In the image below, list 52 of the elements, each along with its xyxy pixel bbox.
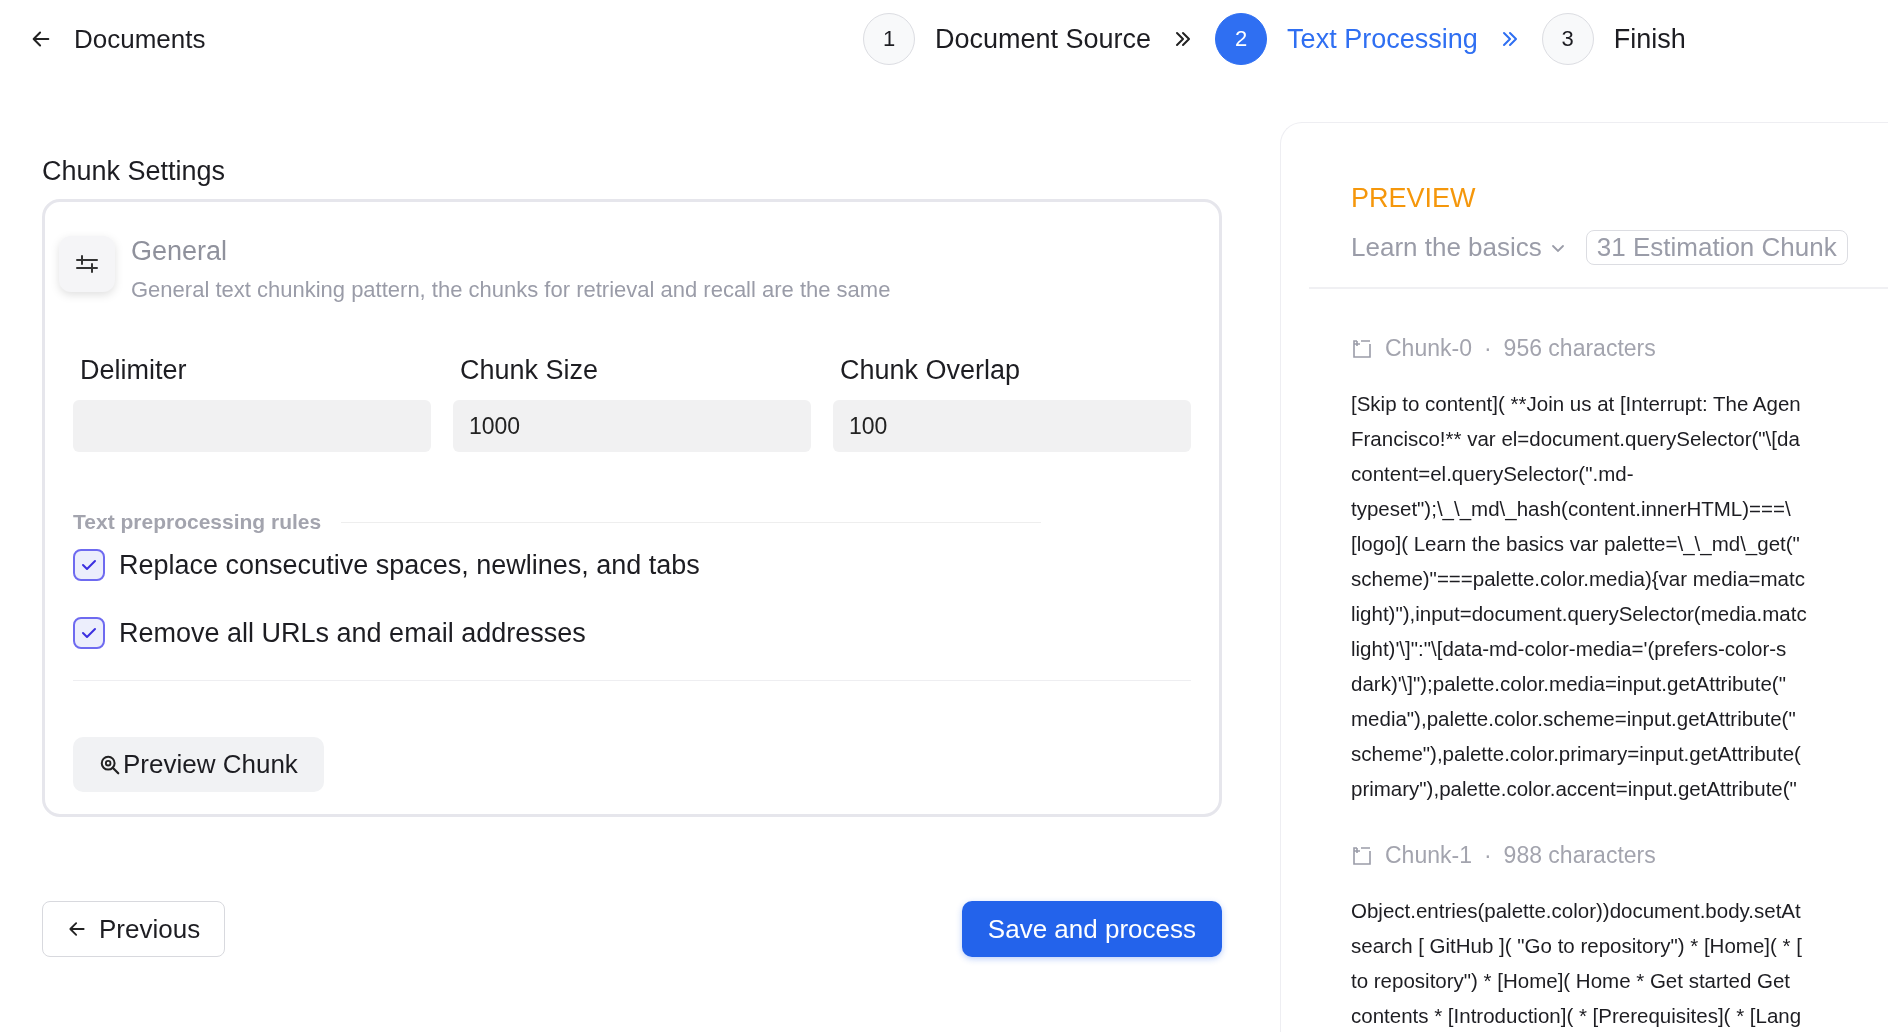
step-label[interactable]: Document Source (935, 23, 1152, 55)
chunk-text-line: Object.entries(palette.color))document.body.setAt (1351, 898, 1802, 924)
field-label: Chunk Overlap (839, 355, 1022, 386)
sliders-icon (59, 236, 115, 292)
preview-chunk-button[interactable]: Preview Chunk (73, 737, 324, 792)
chunk-text-line: light)'\]":"\[data-md-color-media='(prefers-color-s (1351, 636, 1788, 662)
checkbox[interactable] (73, 617, 105, 649)
zoom-search-icon (99, 753, 121, 776)
field-label: Chunk Size (459, 355, 600, 386)
character-count: 956 characters (1503, 335, 1656, 362)
rules-heading: Text preprocessing rules (73, 510, 322, 534)
step-number: 1 (863, 13, 915, 65)
chunk-text-line: search [ GitHub ]( "Go to repository") * [Home]( * [ (1351, 933, 1803, 959)
chunk-text-line: contents * [Introduction]( * [Prerequisites]( * [Lang (1351, 1003, 1803, 1029)
chunk-text-line: [Skip to content]( **Join us at [Interrupt: The Agen (1351, 391, 1802, 417)
chunk-text-line: media"),palette.color.scheme=input.getAttribute(" (1351, 706, 1797, 732)
input-field[interactable]: 1000 (453, 400, 811, 452)
chunk-icon (1351, 337, 1373, 360)
separator-dot: · (1483, 335, 1492, 362)
chunk-text-line: typeset");\_\_md\_hash(content.innerHTML)===\ (1351, 496, 1792, 523)
chunk-icon (1351, 844, 1373, 867)
chunk-name: Chunk-1 (1385, 842, 1472, 869)
chunk-text-line: content=el.querySelector(".md- (1351, 461, 1635, 487)
character-count: 988 characters (1503, 842, 1656, 869)
estimate-tag: 31 Estimation Chunk (1585, 230, 1848, 265)
checkbox-label: Remove all URLs and email addresses (119, 617, 586, 649)
chunk-text-line: light)"),input=document.querySelector(media.matc (1351, 601, 1808, 627)
chunk-name: Chunk-0 (1385, 335, 1472, 362)
chunk-text-line: [logo]( Learn the basics var palette=\_\_md\_get(" (1351, 531, 1801, 558)
back-link[interactable]: Documents (74, 23, 206, 55)
checkbox-label: Replace consecutive spaces, newlines, and tabs (119, 549, 700, 581)
save-button[interactable]: Save and process (961, 901, 1222, 957)
chunk-text-line: dark)'\]");palette.color.media=input.getAttribute(" (1351, 671, 1787, 697)
checkbox[interactable] (73, 549, 105, 581)
step-label[interactable]: Text Processing (1287, 23, 1478, 55)
step-number: 3 (1541, 13, 1594, 65)
chunk-text-line: Francisco!** var el=document.querySelector("\[da (1351, 426, 1801, 452)
input-field[interactable]: 100 (833, 400, 1191, 452)
previous-button[interactable]: Previous (42, 901, 226, 957)
step-label[interactable]: Finish (1613, 23, 1686, 55)
chunk-text-line: to repository") * [Home]( Home * Get started Get (1351, 968, 1792, 994)
preview-title: PREVIEW (1351, 183, 1477, 214)
chunk-text-line: scheme)"===palette.color.media){var media=matc (1351, 566, 1806, 592)
chunk-text-line: scheme"),palette.color.primary=input.getAttribute( (1351, 741, 1802, 767)
back-arrow-icon (67, 919, 87, 939)
mode-description: General text chunking pattern, the chunks for retrieval and recall are the same (131, 277, 891, 303)
step-number: 2 (1215, 13, 1268, 65)
mode-name: General (131, 236, 229, 267)
field-label: Delimiter (79, 355, 188, 386)
chunk-text-line: primary"),palette.color.accent=input.getAttribute(" (1351, 776, 1798, 802)
separator-dot: · (1483, 842, 1492, 869)
section-title: Chunk Settings (42, 156, 227, 187)
